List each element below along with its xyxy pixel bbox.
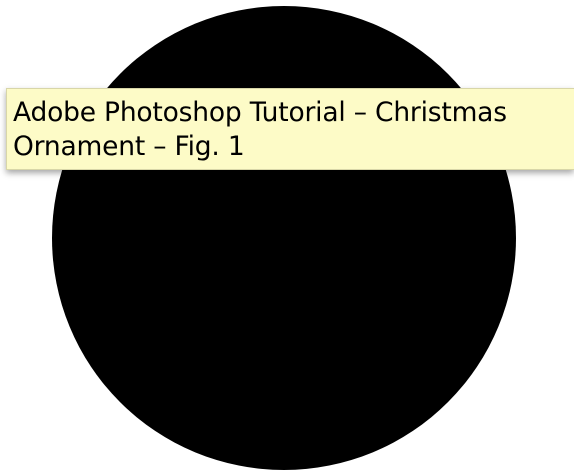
tooltip-line-1: Adobe Photoshop Tutorial – Christmas (13, 97, 507, 128)
tooltip: Adobe Photoshop Tutorial – Christmas Orn… (6, 88, 574, 170)
canvas-stage: Adobe Photoshop Tutorial – Christmas Orn… (0, 0, 574, 470)
tooltip-line-2: Ornament – Fig. 1 (13, 131, 245, 162)
ornament-circle-image (52, 6, 516, 470)
